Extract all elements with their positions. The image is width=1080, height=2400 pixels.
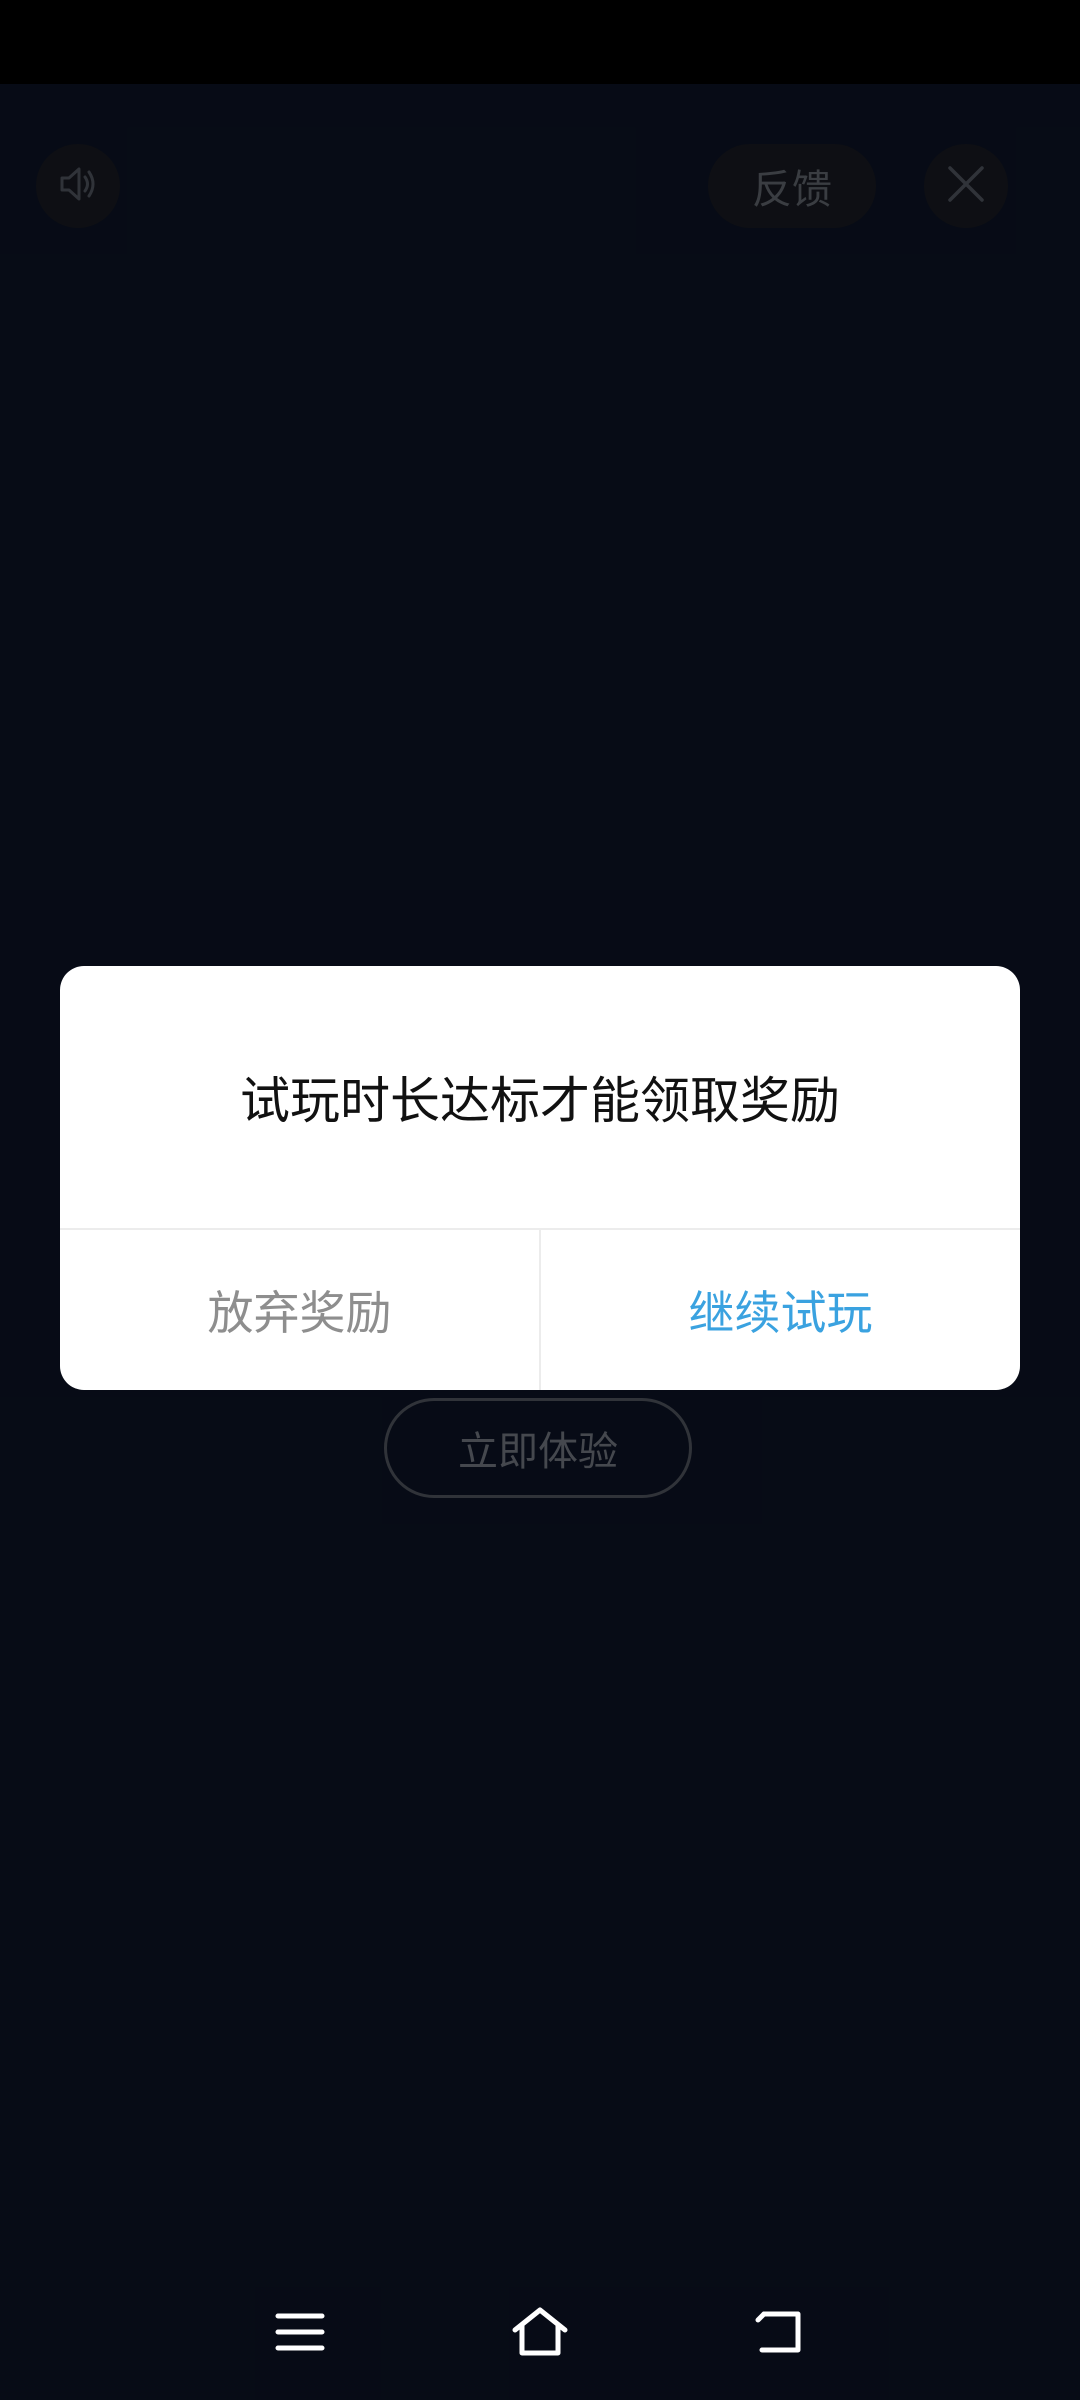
nav-home-button[interactable] [498,2292,582,2376]
abandon-reward-button[interactable]: 放弃奖励 [60,1230,539,1390]
nav-back-button[interactable] [738,2292,822,2376]
nav-menu-button[interactable] [258,2292,342,2376]
abandon-reward-label: 放弃奖励 [207,1286,392,1340]
continue-trial-label: 继续试玩 [688,1286,873,1340]
home-icon [510,2306,570,2362]
navigation-bar [0,2268,1080,2400]
status-bar [0,0,1080,84]
back-icon [754,2306,806,2362]
reward-dialog: 试玩时长达标才能领取奖励 放弃奖励 继续试玩 [60,966,1020,1390]
dialog-message: 试玩时长达标才能领取奖励 [240,1072,840,1130]
continue-trial-button[interactable]: 继续试玩 [541,1230,1020,1390]
menu-icon [274,2310,326,2358]
